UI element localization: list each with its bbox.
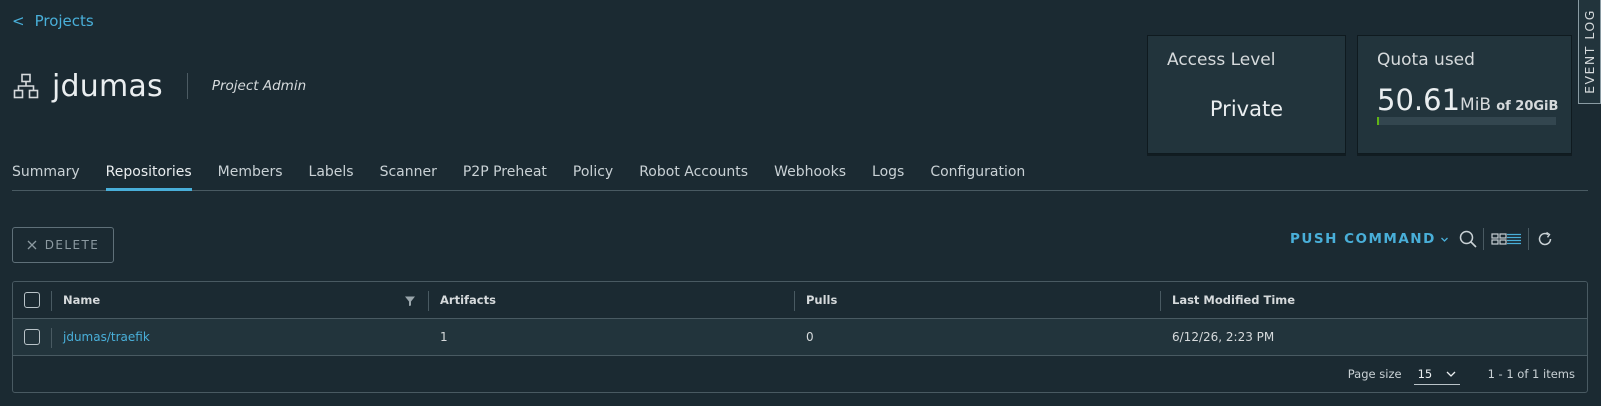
artifacts-count: 1 xyxy=(440,330,448,344)
project-tabs: Summary Repositories Members Labels Scanner P… xyxy=(12,161,1588,191)
close-icon xyxy=(27,240,37,250)
repositories-datagrid: Name Artifacts Pulls Last Modified Time … xyxy=(12,281,1588,393)
quota-usage: 50.61MiB of 20GiB xyxy=(1377,83,1558,117)
tab-robot-accounts[interactable]: Robot Accounts xyxy=(639,161,748,191)
project-role: Project Admin xyxy=(211,78,307,94)
search-icon[interactable] xyxy=(1458,229,1478,249)
table-row[interactable]: jdumas/traefik 1 0 6/12/26, 2:23 PM xyxy=(13,319,1587,356)
project-name: jdumas xyxy=(52,68,163,104)
select-all-checkbox[interactable] xyxy=(24,292,40,308)
event-log-tab[interactable]: EVENT LOG xyxy=(1578,0,1601,104)
chevron-down-icon xyxy=(1446,371,1456,377)
tab-logs[interactable]: Logs xyxy=(872,161,904,191)
quota-limit: of 20GiB xyxy=(1496,99,1559,114)
column-header-artifacts[interactable]: Artifacts xyxy=(428,282,794,318)
access-level-title: Access Level xyxy=(1167,50,1276,70)
column-label: Name xyxy=(63,293,101,307)
tab-repositories[interactable]: Repositories xyxy=(105,161,192,191)
cell-last-modified: 6/12/26, 2:23 PM xyxy=(1160,319,1587,355)
quota-used-unit: MiB xyxy=(1460,95,1492,115)
quota-card: Quota used 50.61MiB of 20GiB xyxy=(1357,35,1572,154)
column-header-pulls[interactable]: Pulls xyxy=(794,282,1160,318)
refresh-icon[interactable] xyxy=(1535,229,1555,249)
table-header: Name Artifacts Pulls Last Modified Time xyxy=(13,282,1587,319)
tab-members[interactable]: Members xyxy=(218,161,283,191)
filter-icon[interactable] xyxy=(404,295,416,307)
quota-progress-fill xyxy=(1377,117,1379,125)
event-log-label: EVENT LOG xyxy=(1582,9,1598,94)
pulls-count: 0 xyxy=(806,330,814,344)
tab-scanner[interactable]: Scanner xyxy=(380,161,437,191)
tab-webhooks[interactable]: Webhooks xyxy=(774,161,846,191)
column-header-name[interactable]: Name xyxy=(51,282,428,318)
quota-progress-bar xyxy=(1377,117,1556,125)
tab-p2p-preheat[interactable]: P2P Preheat xyxy=(463,161,547,191)
repository-link[interactable]: jdumas/traefik xyxy=(63,330,150,344)
page-size-label: Page size xyxy=(1347,367,1402,381)
tab-configuration[interactable]: Configuration xyxy=(930,161,1025,191)
tab-policy[interactable]: Policy xyxy=(573,161,613,191)
project-header: jdumas Project Admin xyxy=(13,68,306,104)
back-link-label: Projects xyxy=(34,12,94,30)
tab-labels[interactable]: Labels xyxy=(309,161,354,191)
cell-pulls: 0 xyxy=(794,319,1160,355)
last-modified-time: 6/12/26, 2:23 PM xyxy=(1172,330,1275,344)
toolbar-separator xyxy=(1483,228,1484,250)
list-view-icon[interactable] xyxy=(1505,229,1525,249)
column-label: Pulls xyxy=(806,293,838,307)
table-footer: Page size 15 1 - 1 of 1 items xyxy=(13,356,1587,392)
cell-artifacts: 1 xyxy=(428,319,794,355)
project-hierarchy-icon xyxy=(13,73,39,99)
select-all-cell xyxy=(13,282,51,318)
toolbar-separator xyxy=(1528,228,1529,250)
push-command-label: PUSH COMMAND xyxy=(1290,231,1436,247)
quota-used-value: 50.61 xyxy=(1377,83,1461,117)
row-select-cell xyxy=(13,319,51,355)
chevron-left-icon: < xyxy=(12,12,25,30)
column-label: Artifacts xyxy=(440,293,496,307)
push-command-dropdown[interactable]: PUSH COMMAND xyxy=(1290,229,1449,249)
chevron-down-icon xyxy=(1440,237,1448,242)
access-level-value: Private xyxy=(1209,97,1284,121)
project-page: < Projects jdumas Project Admin Access L… xyxy=(0,0,1601,406)
pagination-range: 1 - 1 of 1 items xyxy=(1487,367,1575,381)
quota-title: Quota used xyxy=(1377,50,1475,70)
delete-label: DELETE xyxy=(44,238,100,252)
column-label: Last Modified Time xyxy=(1172,293,1296,307)
cell-name: jdumas/traefik xyxy=(51,319,428,355)
page-size-value: 15 xyxy=(1417,366,1433,381)
row-checkbox[interactable] xyxy=(24,329,40,345)
delete-button[interactable]: DELETE xyxy=(12,227,114,263)
back-to-projects-link[interactable]: < Projects xyxy=(12,12,94,30)
access-level-card: Access Level Private xyxy=(1147,35,1346,154)
page-size-select[interactable]: 15 xyxy=(1413,363,1460,385)
tab-summary[interactable]: Summary xyxy=(12,161,80,191)
title-divider xyxy=(186,73,188,99)
column-header-last-modified[interactable]: Last Modified Time xyxy=(1160,282,1587,318)
